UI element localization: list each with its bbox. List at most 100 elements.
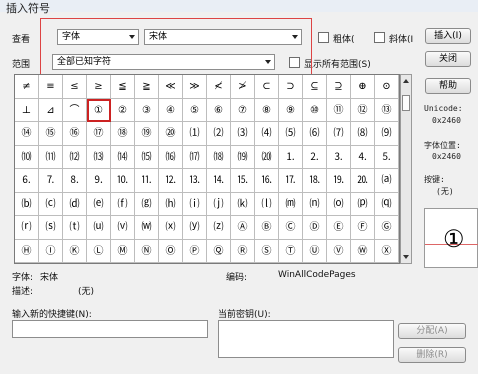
symbol-cell[interactable]: ⒍ (15, 169, 39, 193)
symbol-cell[interactable]: ⒎ (39, 169, 63, 193)
symbol-grid[interactable]: ≠ ≡ ≤ ≥ ≦ ≧ ≪ ≫ ≮ ≯ ⊂ ⊃ ⊆ ⊇ ⊕ ⊙ ⊥ ⊿ ⌒ ① ② ③ ④ ⑤ ⑥ ⑦ ⑧ ⑨ ⑩ ⑪ ⑫ ⑬ ⑭ ⑮ ⑯ ⑰ ⑱ ⑲ ⑳ ⑴… (14, 74, 400, 264)
symbol-cell[interactable]: ≠ (15, 75, 39, 99)
symbol-cell[interactable]: Ⓠ (207, 239, 231, 263)
symbol-cell[interactable]: ⑰ (87, 122, 111, 146)
symbol-cell[interactable]: ⑫ (351, 98, 375, 122)
symbol-cell[interactable]: ⒐ (87, 169, 111, 193)
symbol-cell[interactable]: Ⓒ (279, 216, 303, 240)
symbol-cell[interactable]: Ⓗ (15, 239, 39, 263)
symbol-cell[interactable]: ⊇ (327, 75, 351, 99)
symbol-cell[interactable]: ⒦ (231, 192, 255, 216)
symbol-cell[interactable]: ⒅ (207, 145, 231, 169)
symbol-cell[interactable]: ⑥ (207, 98, 231, 122)
symbol-cell[interactable]: ≧ (135, 75, 159, 99)
symbol-cell[interactable]: ⒰ (87, 216, 111, 240)
symbol-cell[interactable]: ⑮ (39, 122, 63, 146)
symbol-cell[interactable]: ⒇ (255, 145, 279, 169)
symbol-cell[interactable]: Ⓖ (375, 216, 399, 240)
symbol-cell[interactable]: ⑺ (327, 122, 351, 146)
italic-checkbox[interactable] (374, 32, 385, 43)
symbol-cell[interactable]: ⒵ (207, 216, 231, 240)
symbol-cell[interactable]: ⒖ (231, 169, 255, 193)
symbol-cell[interactable]: ⊆ (303, 75, 327, 99)
symbol-cell[interactable]: ⒫ (351, 192, 375, 216)
symbol-cell[interactable]: ⒔ (183, 169, 207, 193)
symbol-cell[interactable]: ⒬ (375, 192, 399, 216)
symbol-cell[interactable]: Ⓥ (327, 239, 351, 263)
symbol-cell[interactable]: ⒆ (231, 145, 255, 169)
symbol-cell[interactable]: Ⓡ (231, 239, 255, 263)
bold-checkbox[interactable] (318, 32, 329, 43)
symbol-cell[interactable]: ≡ (39, 75, 63, 99)
symbol-cell[interactable]: ⒑ (111, 169, 135, 193)
symbol-cell[interactable]: ⑤ (183, 98, 207, 122)
symbol-cell[interactable]: ⒥ (207, 192, 231, 216)
symbol-cell[interactable]: ⒧ (255, 192, 279, 216)
symbol-cell[interactable]: Ⓧ (375, 239, 399, 263)
symbol-cell[interactable]: ⒌ (375, 145, 399, 169)
symbol-cell[interactable]: ⒏ (63, 169, 87, 193)
symbol-cell[interactable]: ⒪ (327, 192, 351, 216)
symbol-cell[interactable]: ⊙ (375, 75, 399, 99)
help-button[interactable]: 帮助 (425, 78, 471, 94)
symbol-cell[interactable]: ≦ (111, 75, 135, 99)
symbol-cell[interactable]: ⑷ (255, 122, 279, 146)
symbol-cell[interactable]: ⑵ (207, 122, 231, 146)
symbol-cell[interactable]: ⑹ (303, 122, 327, 146)
symbol-cell[interactable]: ⒝ (15, 192, 39, 216)
symbol-cell[interactable]: Ⓔ (327, 216, 351, 240)
symbol-cell[interactable]: ⒞ (39, 192, 63, 216)
grid-scrollbar[interactable] (400, 74, 412, 264)
symbol-cell[interactable]: Ⓜ (111, 239, 135, 263)
symbol-cell[interactable]: ⒡ (111, 192, 135, 216)
symbol-cell[interactable]: ⒤ (183, 192, 207, 216)
symbol-cell[interactable]: ⒀ (87, 145, 111, 169)
delete-button[interactable]: 删除(R) (398, 347, 466, 363)
symbol-cell[interactable]: ⒱ (111, 216, 135, 240)
insert-button[interactable]: 插入(I) (425, 28, 471, 44)
symbol-cell[interactable]: ⒂ (135, 145, 159, 169)
symbol-cell[interactable]: ≥ (87, 75, 111, 99)
symbol-cell[interactable]: Ⓛ (87, 239, 111, 263)
symbol-cell[interactable]: ⒋ (351, 145, 375, 169)
symbol-cell[interactable]: ⒜ (375, 169, 399, 193)
symbol-cell[interactable]: ⊂ (255, 75, 279, 99)
symbol-cell[interactable]: ① (87, 98, 111, 122)
symbol-cell[interactable]: Ⓓ (303, 216, 327, 240)
symbol-cell[interactable]: ⒮ (39, 216, 63, 240)
symbol-cell[interactable]: ⑯ (63, 122, 87, 146)
close-button[interactable]: 关闭 (425, 51, 471, 67)
symbol-cell[interactable]: ≫ (183, 75, 207, 99)
symbol-cell[interactable]: ⒟ (63, 192, 87, 216)
scroll-thumb[interactable] (402, 95, 410, 111)
symbol-cell[interactable]: ⒚ (327, 169, 351, 193)
symbol-cell[interactable]: ⑩ (303, 98, 327, 122)
view-dropdown[interactable]: 字体 (57, 29, 139, 45)
scroll-down-icon[interactable] (403, 255, 409, 259)
symbol-cell[interactable]: ⒠ (87, 192, 111, 216)
symbol-cell[interactable]: ⒗ (255, 169, 279, 193)
symbol-cell[interactable]: ⌒ (63, 98, 87, 122)
symbol-cell[interactable]: ≮ (207, 75, 231, 99)
symbol-cell[interactable]: ⑽ (15, 145, 39, 169)
symbol-cell[interactable]: ⒯ (63, 216, 87, 240)
symbol-cell[interactable]: ⑶ (231, 122, 255, 146)
symbol-cell[interactable]: ⑸ (279, 122, 303, 146)
show-all-checkbox[interactable] (289, 57, 300, 68)
symbol-cell[interactable]: ⒨ (279, 192, 303, 216)
symbol-cell[interactable]: ⑦ (231, 98, 255, 122)
symbol-cell[interactable]: ⒈ (279, 145, 303, 169)
symbol-cell[interactable]: Ⓢ (255, 239, 279, 263)
symbol-cell[interactable]: ⑧ (255, 98, 279, 122)
symbol-cell[interactable]: ⊥ (15, 98, 39, 122)
symbol-cell[interactable]: ⑱ (111, 122, 135, 146)
symbol-cell[interactable]: ⒘ (279, 169, 303, 193)
symbol-cell[interactable]: Ⓣ (279, 239, 303, 263)
current-key-list[interactable] (218, 320, 394, 358)
symbol-cell[interactable]: ⑿ (63, 145, 87, 169)
new-shortcut-input[interactable] (12, 320, 208, 338)
symbol-cell[interactable]: ⑻ (351, 122, 375, 146)
symbol-cell[interactable]: ⒩ (303, 192, 327, 216)
symbol-cell[interactable]: ⒴ (183, 216, 207, 240)
symbol-cell[interactable]: ⑬ (375, 98, 399, 122)
